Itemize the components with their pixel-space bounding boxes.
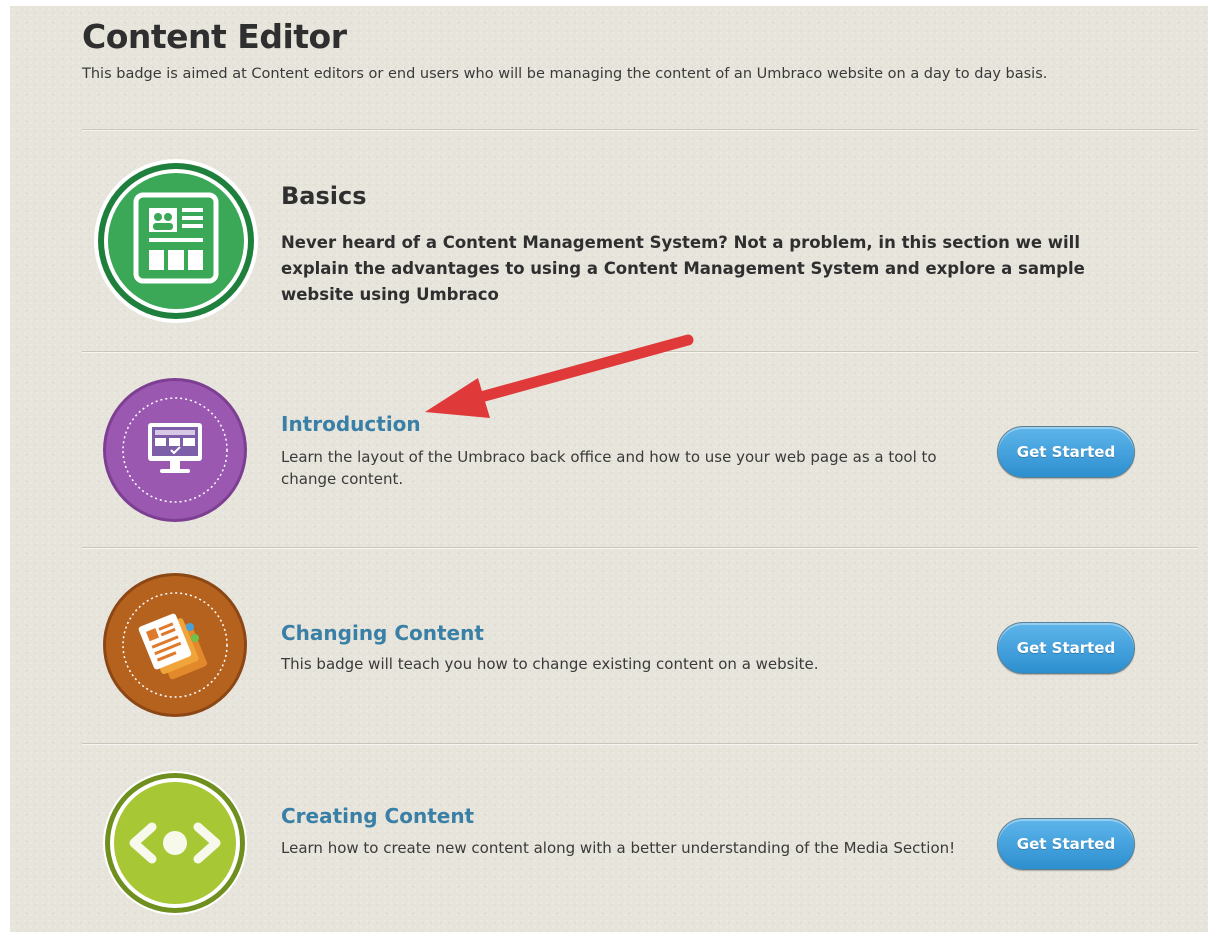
divider: [82, 547, 1198, 549]
changing-content-get-started-button[interactable]: Get Started: [997, 622, 1135, 674]
lesson-title-changing-content[interactable]: Changing Content: [281, 621, 484, 645]
page-description: This badge is aimed at Content editors o…: [82, 66, 1048, 82]
introduction-get-started-button[interactable]: Get Started: [997, 426, 1135, 478]
divider: [82, 351, 1198, 353]
page-title: Content Editor: [82, 17, 347, 56]
introduction-badge-icon: [103, 378, 247, 522]
lesson-description-creating-content: Learn how to create new content along wi…: [281, 839, 956, 857]
basics-description: Never heard of a Content Management Syst…: [281, 233, 1085, 304]
divider: [82, 743, 1198, 745]
basics-title: Basics: [281, 182, 367, 210]
lesson-title-creating-content[interactable]: Creating Content: [281, 804, 474, 828]
lesson-description-introduction: Learn the layout of the Umbraco back off…: [281, 448, 937, 488]
lesson-description-changing-content: This badge will teach you how to change …: [281, 655, 819, 673]
creating-content-get-started-button[interactable]: Get Started: [997, 818, 1135, 870]
basics-badge-icon: [94, 159, 258, 323]
creating-content-badge-icon: [103, 771, 247, 915]
lesson-title-introduction[interactable]: Introduction: [281, 412, 421, 436]
divider: [82, 129, 1198, 131]
changing-content-badge-icon: [103, 573, 247, 717]
